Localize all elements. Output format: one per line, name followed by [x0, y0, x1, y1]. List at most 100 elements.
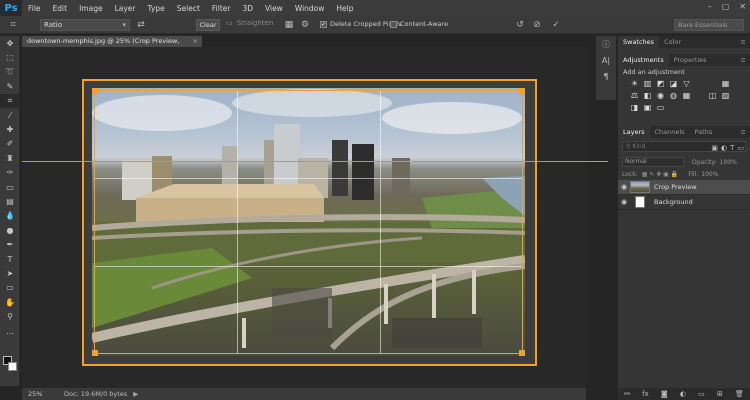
brightness-contrast-icon[interactable]: ☀ [630, 79, 639, 88]
new-group-icon[interactable]: ▭ [698, 390, 705, 398]
curves-icon[interactable]: ◩ [656, 79, 665, 88]
filter-shape-icon[interactable]: ▭ [737, 144, 744, 152]
panel-menu-icon[interactable]: ≡ [741, 128, 750, 136]
crop-handle-bottom-right[interactable] [519, 350, 525, 356]
paragraph-panel-icon[interactable]: ¶ [596, 68, 616, 84]
document-tab[interactable]: downtown-memphis.jpg @ 25% (Crop Preview… [22, 36, 202, 56]
filter-adjustment-icon[interactable]: ◐ [721, 144, 727, 152]
tab-layers[interactable]: Layers [618, 126, 650, 138]
tab-channels[interactable]: Channels [650, 126, 690, 138]
pen-tool-icon[interactable]: ✒ [0, 237, 20, 251]
path-selection-tool-icon[interactable]: ➤ [0, 266, 20, 280]
crop-handle-bottom-left[interactable] [92, 350, 98, 356]
more-tools-icon[interactable]: … [0, 324, 20, 338]
shape-tool-icon[interactable]: ▭ [0, 281, 20, 295]
levels-icon[interactable]: ▥ [643, 79, 652, 88]
tab-properties[interactable]: Properties [669, 54, 712, 66]
swap-dimensions-icon[interactable]: ⇄ [134, 18, 148, 32]
lock-icons[interactable]: ▦ ✎ ✥ ▣ 🔒 [642, 171, 679, 178]
commit-check-icon[interactable]: ✓ [549, 18, 563, 32]
straighten-button[interactable]: ▭ Straighten [226, 19, 273, 27]
vibrance-icon[interactable]: ▽ [682, 79, 691, 88]
crop-box[interactable] [92, 88, 525, 356]
menu-view[interactable]: View [259, 4, 289, 13]
healing-brush-tool-icon[interactable]: ✚ [0, 122, 20, 136]
layer-crop-preview[interactable]: ◉ Crop Preview [618, 180, 750, 195]
clear-button[interactable]: Clear [196, 19, 220, 31]
eye-icon[interactable]: ◉ [618, 183, 630, 191]
tab-paths[interactable]: Paths [690, 126, 718, 138]
tab-swatches[interactable]: Swatches [618, 36, 660, 48]
opacity-value[interactable]: 100% [720, 159, 737, 166]
crop-handle-top-left[interactable] [92, 88, 98, 94]
color-swatches[interactable] [3, 356, 17, 372]
selective-color-icon[interactable]: ▣ [643, 103, 652, 112]
minimize-icon[interactable]: – [708, 2, 712, 11]
photoshop-logo[interactable]: Ps [0, 0, 22, 16]
type-tool-icon[interactable]: T [0, 252, 20, 266]
canvas-area[interactable] [22, 47, 608, 388]
menu-layer[interactable]: Layer [109, 4, 142, 13]
layer-style-icon[interactable]: fx [642, 390, 649, 398]
brush-tool-icon[interactable]: ✐ [0, 137, 20, 151]
panel-menu-icon[interactable]: ≡ [741, 56, 750, 64]
menu-3d[interactable]: 3D [236, 4, 259, 13]
quick-select-tool-icon[interactable]: ✎ [0, 79, 20, 93]
posterize-icon[interactable]: ▨ [721, 91, 730, 100]
panel-menu-icon[interactable]: ≡ [741, 38, 750, 46]
fill-value[interactable]: 100% [701, 171, 718, 178]
gear-icon[interactable]: ⚙ [298, 18, 312, 32]
menu-select[interactable]: Select [171, 4, 206, 13]
overlay-grid-icon[interactable]: ▦ [282, 18, 296, 32]
color-lookup-icon[interactable]: ▦ [682, 91, 691, 100]
cancel-icon[interactable]: ⊘ [530, 18, 544, 32]
threshold-icon[interactable]: ◨ [630, 103, 639, 112]
marquee-tool-icon[interactable]: ⬚ [0, 50, 20, 64]
menu-edit[interactable]: Edit [47, 4, 74, 13]
move-tool-icon[interactable]: ✥ [0, 36, 20, 50]
maximize-icon[interactable]: ▢ [722, 2, 730, 11]
history-brush-tool-icon[interactable]: ✑ [0, 166, 20, 180]
menu-type[interactable]: Type [142, 4, 171, 13]
new-adjustment-layer-icon[interactable]: ◐ [680, 390, 686, 398]
reset-icon[interactable]: ↺ [513, 18, 527, 32]
zoom-tool-icon[interactable]: ⚲ [0, 309, 20, 323]
eyedropper-tool-icon[interactable]: ⁄ [0, 108, 20, 122]
ratio-select[interactable]: Ratio [40, 19, 130, 31]
character-panel-icon[interactable]: A| [596, 52, 616, 68]
background-color-swatch[interactable] [8, 362, 17, 371]
channel-mixer-icon[interactable]: ◍ [669, 91, 678, 100]
menu-file[interactable]: File [22, 4, 47, 13]
close-document-icon[interactable]: × [193, 36, 198, 47]
blur-tool-icon[interactable]: 💧 [0, 209, 20, 223]
menu-filter[interactable]: Filter [206, 4, 237, 13]
workspace-select[interactable]: Bare Essentials [674, 19, 744, 31]
new-layer-icon[interactable]: ⊞ [717, 390, 723, 398]
zoom-level[interactable]: 25% [22, 390, 54, 398]
delete-layer-icon[interactable]: 🗑 [735, 390, 744, 398]
content-aware-checkbox[interactable]: Content-Aware [390, 20, 448, 28]
black-white-icon[interactable]: ◧ [643, 91, 652, 100]
status-menu-arrow-icon[interactable]: ▶ [133, 390, 138, 398]
exposure-icon[interactable]: ◪ [669, 79, 678, 88]
info-icon[interactable]: ⓘ [596, 36, 616, 52]
close-window-icon[interactable]: ✕ [739, 2, 746, 11]
dodge-tool-icon[interactable]: ● [0, 223, 20, 237]
menu-window[interactable]: Window [289, 4, 331, 13]
tab-adjustments[interactable]: Adjustments [618, 54, 669, 66]
hue-saturation-icon[interactable]: ▦ [721, 79, 730, 88]
tab-color[interactable]: Color [659, 36, 686, 48]
menu-help[interactable]: Help [330, 4, 359, 13]
add-mask-icon[interactable]: ◙ [661, 390, 668, 398]
eye-icon[interactable]: ◉ [618, 198, 630, 206]
invert-icon[interactable]: ◫ [708, 91, 717, 100]
horizontal-guide[interactable] [22, 161, 608, 162]
layer-background[interactable]: ◉ Background [618, 195, 750, 210]
filter-type-icon[interactable]: T [730, 144, 734, 152]
hand-tool-icon[interactable]: ✋ [0, 295, 20, 309]
eraser-tool-icon[interactable]: ▭ [0, 180, 20, 194]
clone-stamp-tool-icon[interactable]: ♜ [0, 151, 20, 165]
link-layers-icon[interactable]: ⚯ [624, 390, 630, 398]
gradient-map-icon[interactable]: ▭ [656, 103, 665, 112]
menu-image[interactable]: Image [73, 4, 109, 13]
